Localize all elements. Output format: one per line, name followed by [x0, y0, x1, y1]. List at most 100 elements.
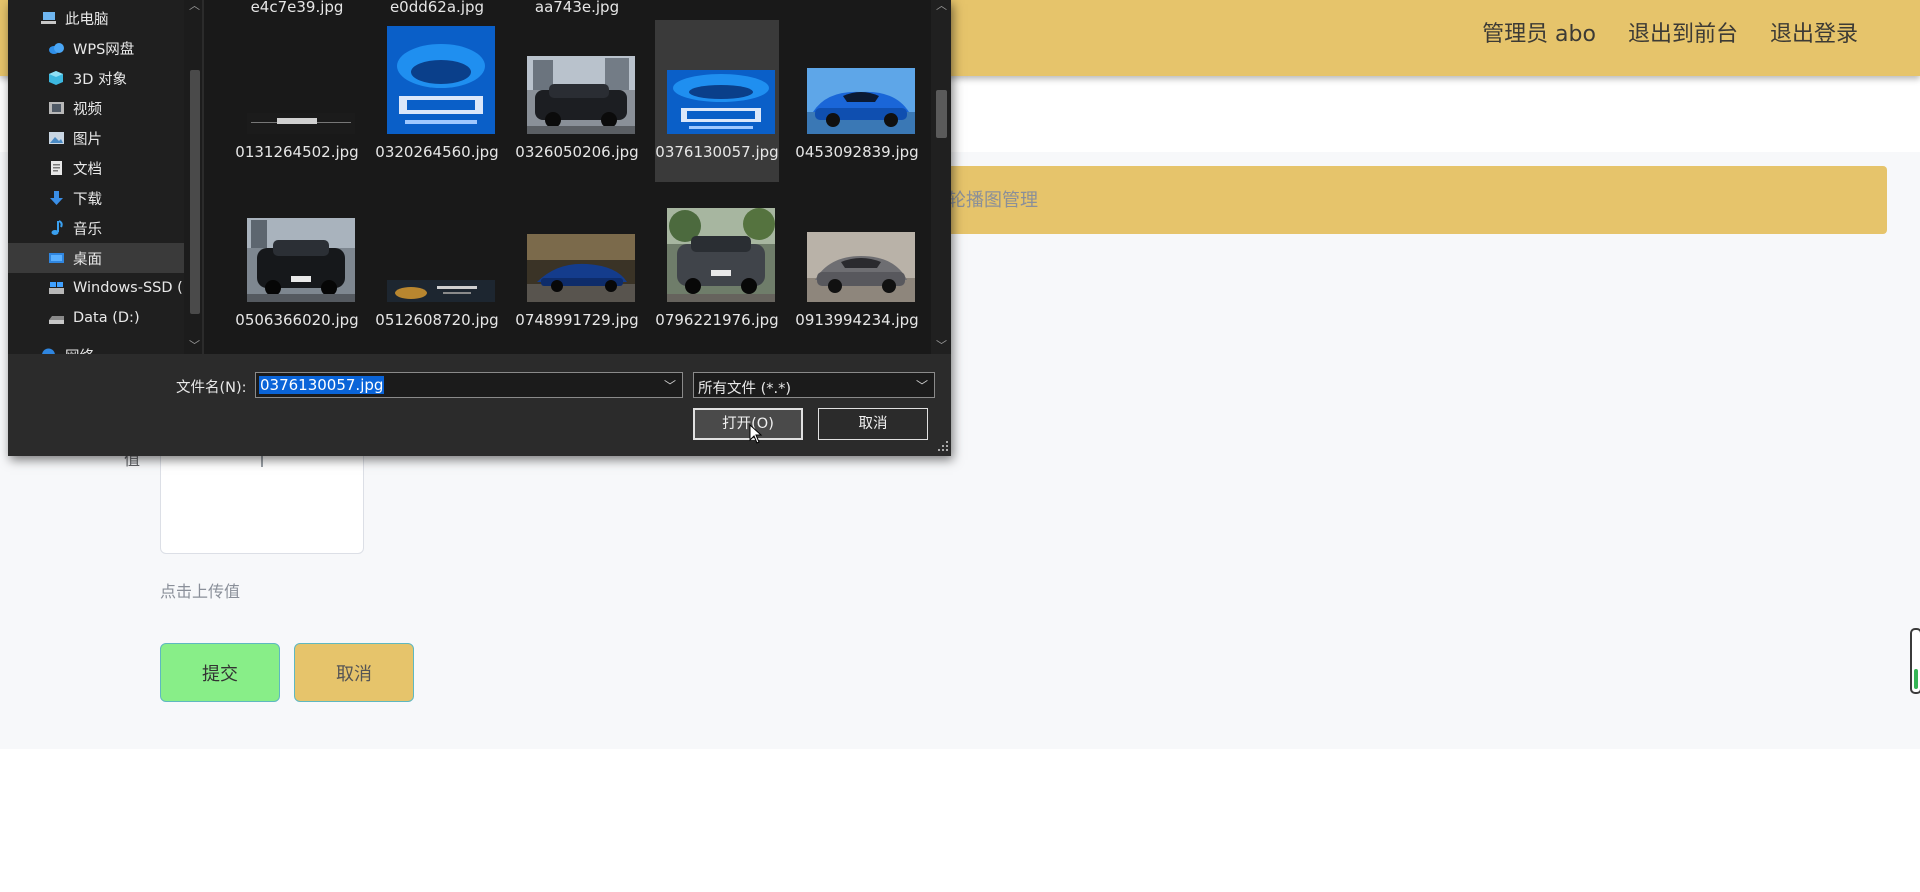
file-name: 0748991729.jpg [515, 311, 639, 329]
file-name-top-2[interactable]: e0dd62a.jpg [375, 0, 499, 17]
nav-item-label: 下载 [73, 191, 102, 208]
file-name: 0796221976.jpg [655, 311, 779, 329]
network-icon [40, 347, 57, 354]
cancel-button[interactable]: 取消 [294, 643, 414, 702]
file-open-dialog: 此电脑 WPS网盘 3D 对象 视频 图片 文档 下载 音乐 桌面 Window… [8, 0, 951, 456]
nav-item-label: 3D 对象 [73, 71, 127, 88]
file-name: 0320264560.jpg [375, 143, 499, 161]
file-name: 0506366020.jpg [235, 311, 359, 329]
page-title: 轮播图管理 [948, 190, 1038, 211]
3d-objects-icon [48, 70, 65, 86]
file-name: 0326050206.jpg [515, 143, 639, 161]
thumb-blue-banner [667, 70, 775, 134]
thumb-fashion-banner [387, 280, 495, 302]
nav-item-documents[interactable]: 文档 [8, 153, 202, 183]
nav-item-videos[interactable]: 视频 [8, 93, 202, 123]
file-tile-0913994234[interactable]: 0913994234.jpg [795, 188, 919, 350]
file-name-top-1[interactable]: e4c7e39.jpg [235, 0, 359, 17]
filename-label: 文件名(N): [176, 380, 247, 396]
nav-item-this-pc[interactable]: 此电脑 [8, 3, 202, 33]
filetype-value: 所有文件 (*.*) [698, 381, 792, 397]
nav-item-wps-drive[interactable]: WPS网盘 [8, 33, 202, 63]
download-icon [48, 190, 65, 206]
file-name-top-3[interactable]: aa743e.jpg [515, 0, 639, 17]
thumb-thin-banner [247, 113, 355, 134]
nav-scroll-up-arrow[interactable]: ︿ [189, 0, 200, 12]
file-tile-0796221976[interactable]: 0796221976.jpg [655, 188, 779, 350]
file-tile-0326050206[interactable]: 0326050206.jpg [515, 20, 639, 182]
nav-item-label: 网络 [65, 345, 94, 355]
nav-item-downloads[interactable]: 下载 [8, 183, 202, 213]
thumb-blue-poster [387, 26, 495, 134]
filename-input[interactable]: 0376130057.jpg ﹀ [255, 372, 683, 398]
cloud-icon [48, 40, 65, 56]
file-tile-0512608720[interactable]: 0512608720.jpg [375, 188, 499, 350]
nav-item-data-drive[interactable]: Data (D:) [8, 303, 202, 333]
nav-item-3d-objects[interactable]: 3D 对象 [8, 63, 202, 93]
thumb-maserati-suv [807, 232, 915, 302]
file-tile-0453092839[interactable]: 0453092839.jpg [795, 20, 919, 182]
file-name: 0453092839.jpg [795, 143, 919, 161]
nav-item-label: 此电脑 [65, 11, 109, 28]
video-icon [48, 100, 65, 116]
nav-item-label: 音乐 [73, 221, 102, 238]
nav-item-label: 视频 [73, 101, 102, 118]
desktop-icon [48, 250, 65, 266]
nav-scroll-down-arrow[interactable]: ﹀ [189, 340, 200, 352]
nav-item-desktop[interactable]: 桌面 [8, 243, 202, 273]
filetype-select[interactable]: 所有文件 (*.*) ﹀ [693, 372, 935, 398]
logout-link[interactable]: 退出登录 [1770, 20, 1858, 50]
music-icon [48, 220, 65, 236]
file-name: 0131264502.jpg [235, 143, 359, 161]
admin-user-link[interactable]: 管理员 abo [1482, 20, 1596, 50]
file-scroll-up-arrow[interactable]: ︿ [936, 0, 947, 12]
file-tile-0320264560[interactable]: 0320264560.jpg [375, 20, 499, 182]
nav-scrollbar-thumb[interactable] [190, 70, 200, 314]
thumb-grey-suv [667, 208, 775, 302]
nav-item-label: 文档 [73, 161, 102, 178]
thumb-blue-sportscar [807, 68, 915, 134]
nav-item-label: WPS网盘 [73, 41, 135, 58]
nav-item-label: 桌面 [73, 251, 102, 268]
exit-to-frontend-link[interactable]: 退出到前台 [1628, 20, 1738, 50]
nav-item-music[interactable]: 音乐 [8, 213, 202, 243]
file-name: 0913994234.jpg [795, 311, 919, 329]
thumb-black-sedan [247, 218, 355, 302]
resize-grip-icon[interactable] [937, 440, 949, 452]
documents-icon [48, 160, 65, 176]
navigation-pane: 此电脑 WPS网盘 3D 对象 视频 图片 文档 下载 音乐 桌面 Window… [8, 0, 202, 354]
filename-value: 0376130057.jpg [259, 376, 385, 394]
file-tile-0131264502[interactable]: 0131264502.jpg [235, 20, 359, 182]
open-button[interactable]: 打开(O) [693, 408, 803, 440]
nav-item-windows-ssd[interactable]: Windows-SSD ( [8, 273, 202, 303]
file-tile-0506366020[interactable]: 0506366020.jpg [235, 188, 359, 350]
nav-item-label: Windows-SSD ( [73, 280, 183, 296]
thumb-blue-supercar [527, 234, 635, 302]
file-name: 0512608720.jpg [375, 311, 499, 329]
nav-item-label: 图片 [73, 131, 102, 148]
file-tile-0748991729[interactable]: 0748991729.jpg [515, 188, 639, 350]
pictures-icon [48, 130, 65, 146]
top-links: 管理员 abo 退出到前台 退出登录 [1482, 20, 1858, 50]
dialog-bottom-bar [8, 354, 951, 456]
drive-icon [48, 280, 65, 296]
file-scroll-down-arrow[interactable]: ﹀ [936, 340, 947, 352]
upload-hint-text: 点击上传值 [160, 582, 241, 601]
chevron-down-icon[interactable]: ﹀ [916, 377, 928, 394]
file-name: 0376130057.jpg [655, 143, 779, 161]
dialog-cancel-button[interactable]: 取消 [818, 408, 928, 440]
page-scrollbar[interactable] [1910, 628, 1920, 694]
thumb-dark-sedan [527, 56, 635, 134]
file-list-pane: e4c7e39.jpg e0dd62a.jpg aa743e.jpg 01312… [204, 0, 931, 354]
drive-icon [48, 310, 65, 326]
submit-button[interactable]: 提交 [160, 643, 280, 702]
nav-item-pictures[interactable]: 图片 [8, 123, 202, 153]
nav-item-label: Data (D:) [73, 310, 140, 326]
file-list-scrollbar-track[interactable] [931, 0, 951, 354]
page-title-bar: 轮播图管理 [930, 166, 1887, 234]
file-tile-0376130057[interactable]: 0376130057.jpg [655, 20, 779, 182]
mouse-cursor-icon [749, 424, 763, 444]
nav-item-network[interactable]: 网络 [8, 340, 202, 354]
file-list-scrollbar-thumb[interactable] [936, 90, 947, 138]
chevron-down-icon[interactable]: ﹀ [664, 377, 676, 394]
